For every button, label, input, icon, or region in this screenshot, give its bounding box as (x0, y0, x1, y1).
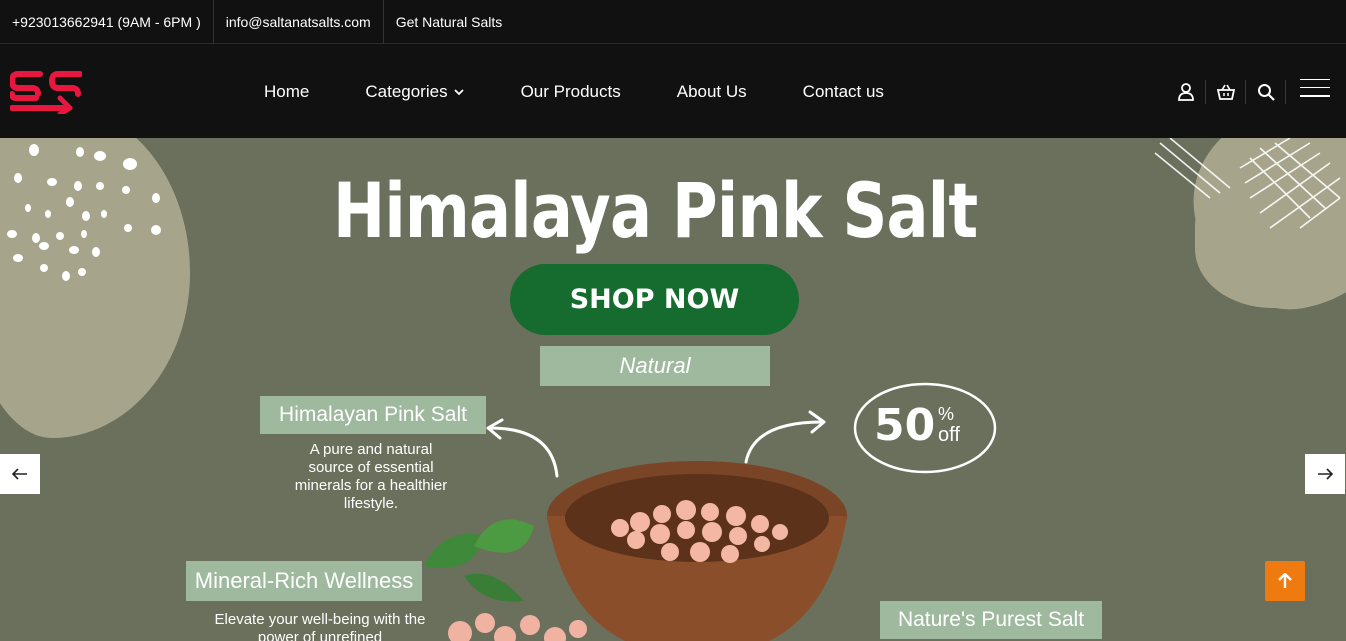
account-button[interactable] (1166, 79, 1206, 104)
arrow-right-icon (1318, 468, 1333, 480)
discount-off: off (938, 424, 960, 446)
menu-icon[interactable] (1300, 78, 1330, 97)
scroll-to-top-button[interactable] (1265, 561, 1305, 601)
tag-natural: Natural (540, 346, 770, 386)
loose-salt-icon (448, 613, 587, 641)
hero-title: Himalaya Pink Salt (333, 166, 978, 255)
tag-himalayan-pink-salt: Himalayan Pink Salt (260, 396, 486, 434)
search-icon (1257, 83, 1275, 101)
mint-leaves-icon (424, 519, 534, 602)
tag-natures-purest-salt: Nature's Purest Salt (880, 601, 1102, 639)
search-button[interactable] (1246, 79, 1286, 104)
nav-about-us-label: About Us (676, 81, 747, 101)
hero-banner[interactable]: Himalaya Pink Salt SHOP NOW Natural Hima… (0, 138, 1346, 641)
nav-home[interactable]: Home (264, 82, 309, 102)
shop-now-button[interactable]: SHOP NOW (510, 264, 799, 335)
nav-contact-us[interactable]: Contact us (803, 82, 884, 102)
slider-prev-button[interactable] (0, 454, 40, 494)
topbar-phone[interactable]: +923013662941 (9AM - 6PM ) (0, 0, 214, 44)
arrow-left-icon (12, 468, 27, 480)
nav-our-products-label: Our Products (520, 81, 621, 101)
arrow-up-icon (1278, 573, 1292, 588)
nav-about-us[interactable]: About Us (677, 82, 747, 102)
slider-next-button[interactable] (1305, 454, 1345, 494)
site-header: Home Categories Our Products About Us Co… (0, 45, 1346, 138)
basket-icon (1216, 84, 1235, 100)
topbar-email[interactable]: info@saltanatsalts.com (214, 0, 384, 44)
tag-mineral-rich-wellness: Mineral-Rich Wellness (186, 561, 422, 601)
discount-badge: 50 % off (852, 378, 998, 474)
topbar-promo[interactable]: Get Natural Salts (384, 0, 515, 44)
nav-contact-us-label: Contact us (802, 81, 884, 101)
nav-categories-label: Categories (365, 81, 448, 101)
topbar: +923013662941 (9AM - 6PM ) info@saltanat… (0, 0, 1346, 44)
header-icons (1166, 45, 1330, 138)
main-nav: Home Categories Our Products About Us Co… (264, 45, 940, 138)
desc-mineral-rich-wellness: Elevate your well-being with the power o… (214, 611, 426, 641)
discount-value: 50 (874, 400, 936, 451)
cart-button[interactable] (1206, 79, 1246, 104)
ss-logo-icon[interactable] (10, 70, 82, 114)
nav-categories[interactable]: Categories (365, 82, 464, 102)
discount-percent: % (938, 404, 955, 424)
user-icon (1177, 82, 1194, 101)
desc-himalayan-pink-salt: A pure and natural source of essential m… (294, 441, 448, 512)
chevron-down-icon (453, 88, 464, 95)
nav-our-products[interactable]: Our Products (521, 82, 621, 102)
nav-home-label: Home (264, 81, 310, 101)
